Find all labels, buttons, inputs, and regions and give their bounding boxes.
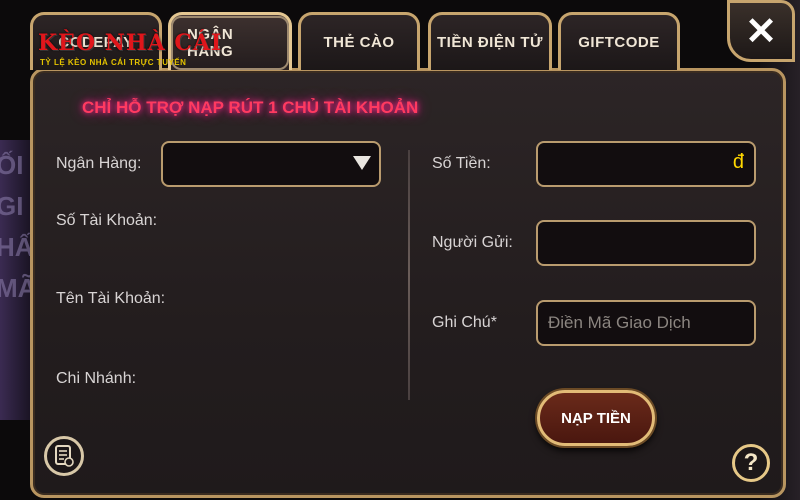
help-button[interactable]: ? [732, 444, 770, 482]
note-label: Ghi Chú* [432, 314, 497, 331]
background-text: MÃ [0, 273, 37, 303]
column-divider [408, 150, 410, 400]
bank-label: Ngân Hàng: [56, 155, 142, 172]
sender-input[interactable] [536, 220, 756, 266]
help-icon: ? [743, 449, 759, 476]
close-icon: ✕ [745, 10, 777, 53]
sender-label: Người Gửi: [432, 234, 513, 251]
receipt-icon [55, 445, 74, 467]
tab-label: THẺ CÀO [323, 34, 395, 51]
amount-text-input[interactable] [538, 143, 754, 185]
tab-the-cao[interactable]: THẺ CÀO [298, 12, 420, 70]
account-number-label: Số Tài Khoản: [56, 212, 158, 229]
account-name-label: Tên Tài Khoản: [56, 290, 166, 307]
tab-giftcode[interactable]: GIFTCODE [558, 12, 680, 70]
amount-label: Số Tiền: [432, 155, 491, 172]
notice-banner: CHỈ HỖ TRỢ NẠP RÚT 1 CHỦ TÀI KHOẢN [82, 98, 419, 117]
background-game-glimpse: ỐI GI HẤT MÃ [0, 140, 50, 420]
branch-label: Chi Nhánh: [56, 370, 137, 387]
history-button[interactable] [44, 436, 84, 476]
background-text: HẤT [0, 232, 50, 262]
background-text: ỐI [0, 150, 24, 180]
sender-text-input[interactable] [538, 222, 754, 264]
tab-label: TIỀN ĐIỆN TỬ [437, 34, 543, 51]
note-input[interactable] [536, 300, 756, 346]
watermark-logo: KÈO NHÀ CÁI [38, 30, 223, 56]
watermark-subtitle: TỶ LỆ KÈO NHÀ CÁI TRỰC TUYẾN [40, 58, 187, 67]
background-text: GI [0, 191, 24, 221]
amount-input[interactable]: đ [536, 141, 756, 187]
tab-label: GIFTCODE [578, 34, 660, 51]
deposit-button-label: NẠP TIỀN [561, 409, 631, 427]
currency-symbol: đ [732, 151, 744, 173]
chevron-down-icon [353, 156, 371, 170]
note-text-input[interactable] [538, 302, 754, 344]
close-button[interactable]: ✕ [727, 0, 795, 62]
deposit-button[interactable]: NẠP TIỀN [537, 390, 655, 446]
bank-select[interactable] [161, 141, 381, 187]
tab-tien-dien-tu[interactable]: TIỀN ĐIỆN TỬ [428, 12, 552, 70]
